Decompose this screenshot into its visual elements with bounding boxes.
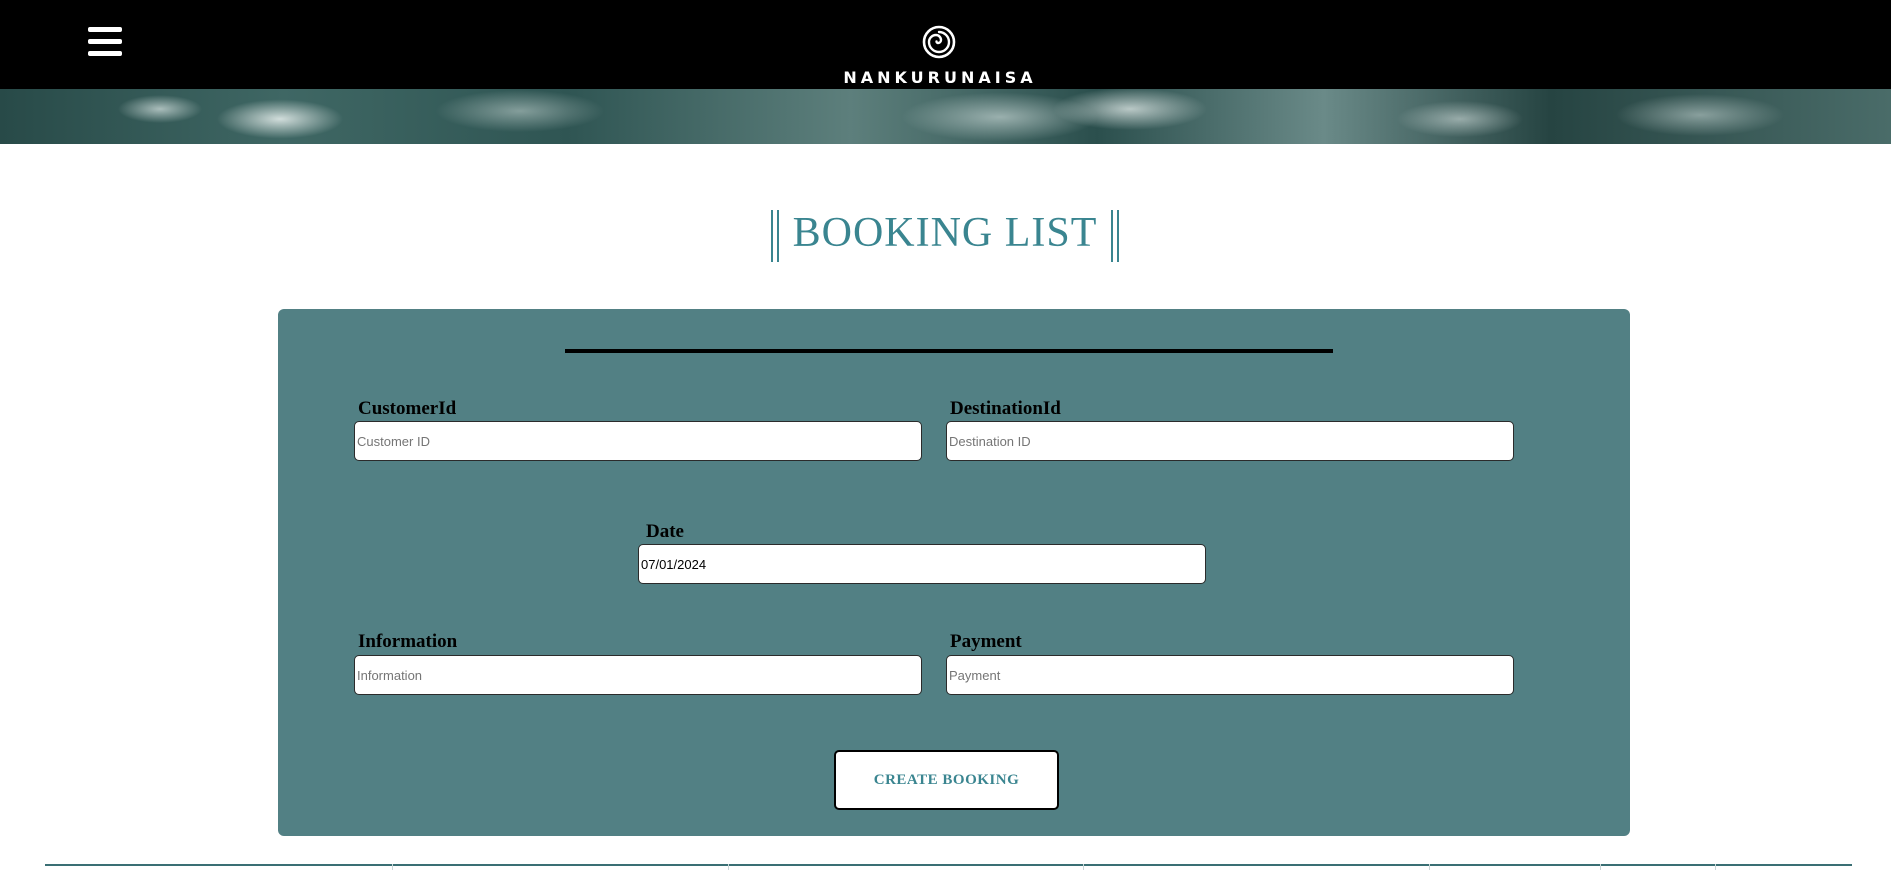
brand-name[interactable]: NANKURUNAISA — [800, 68, 1080, 87]
customer-id-label: CustomerId — [358, 398, 457, 419]
menu-line — [88, 51, 122, 56]
menu-line — [88, 39, 122, 44]
page-title-text: BOOKING LIST — [792, 210, 1098, 256]
hamburger-menu-icon[interactable] — [88, 27, 122, 57]
payment-label: Payment — [950, 631, 1022, 652]
table-column-separator — [728, 864, 729, 870]
table-column-separator — [1715, 864, 1716, 870]
information-input[interactable] — [354, 655, 922, 695]
destination-id-input[interactable] — [946, 421, 1514, 461]
table-column-separator — [1083, 864, 1084, 870]
customer-id-input[interactable] — [354, 421, 922, 461]
booking-form-panel: CustomerId DestinationId Date Informatio… — [278, 309, 1630, 836]
title-left-ornament — [770, 210, 779, 263]
ocean-banner-image — [0, 89, 1891, 144]
table-column-separator — [1429, 864, 1430, 870]
spiral-icon[interactable] — [921, 24, 957, 60]
booking-table-header — [45, 864, 1852, 870]
create-booking-button[interactable]: CREATE BOOKING — [834, 750, 1059, 810]
form-divider — [565, 349, 1333, 353]
menu-line — [88, 27, 122, 32]
top-navigation-bar: NANKURUNAISA — [0, 0, 1891, 89]
date-input[interactable] — [638, 544, 1206, 584]
payment-input[interactable] — [946, 655, 1514, 695]
page-title: BOOKING LIST — [645, 205, 1245, 263]
table-column-separator — [1600, 864, 1601, 870]
destination-id-label: DestinationId — [950, 398, 1061, 419]
date-label: Date — [646, 521, 684, 542]
table-column-separator — [392, 864, 393, 870]
information-label: Information — [358, 631, 458, 652]
title-right-ornament — [1111, 210, 1120, 263]
